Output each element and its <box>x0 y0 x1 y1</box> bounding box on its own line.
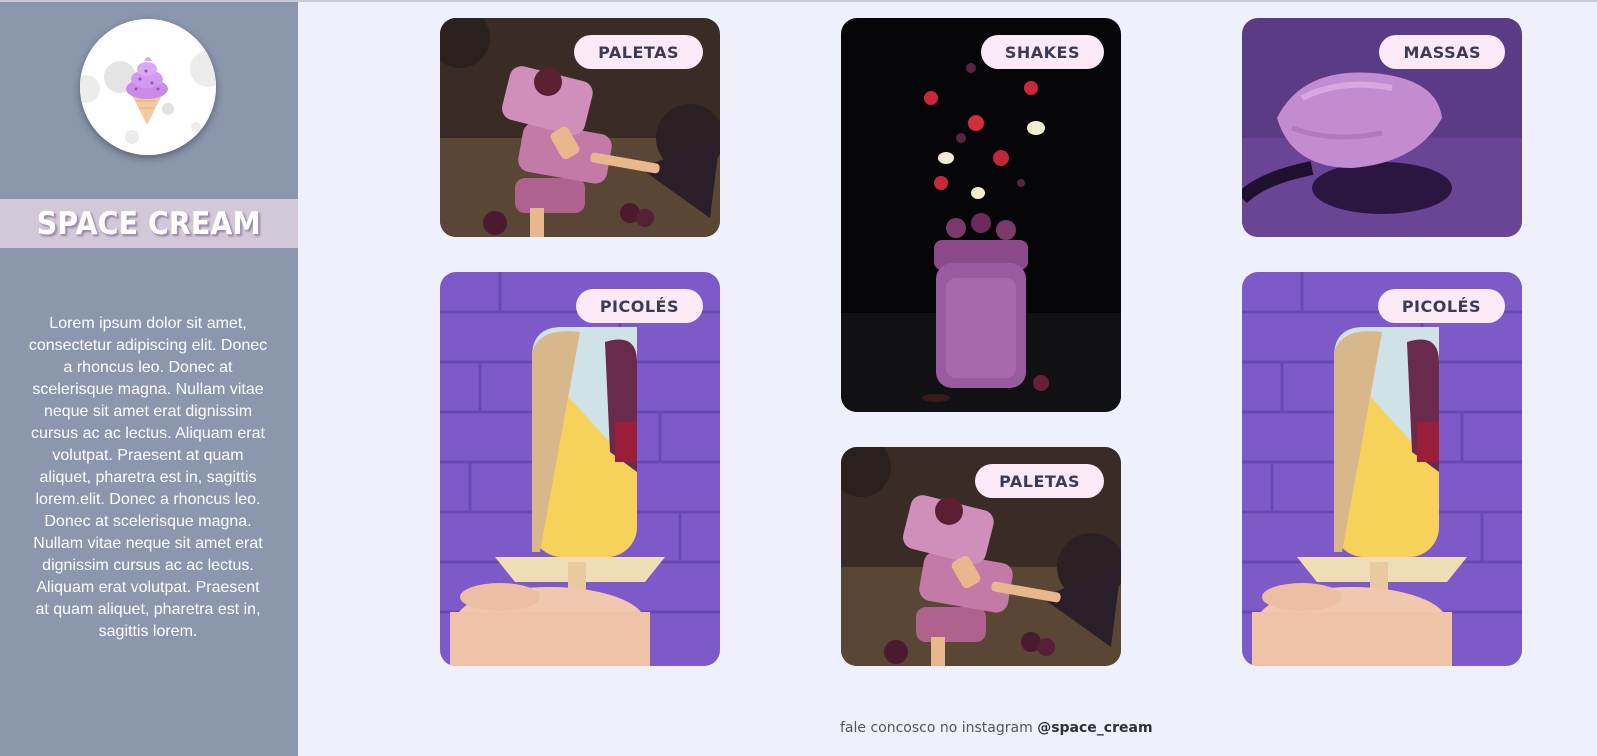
ice-cream-icon <box>80 19 216 155</box>
gallery-card-paletas-2[interactable]: PALETAS <box>841 447 1121 666</box>
hand-popsicle-image <box>1242 272 1522 666</box>
gallery-card-shakes[interactable]: SHAKES <box>841 18 1121 412</box>
logo[interactable] <box>80 19 216 155</box>
category-tag: PICOLÉS <box>575 289 703 323</box>
category-tag: PICOLÉS <box>1377 289 1505 323</box>
category-tag: PALETAS <box>574 35 703 69</box>
instagram-link[interactable]: @space_cream <box>1037 720 1152 736</box>
gallery-card-massas[interactable]: MASSAS <box>1242 18 1522 237</box>
sidebar: SPACE CREAM Lorem ipsum dolor sit amet, … <box>0 2 298 756</box>
berry-shake-image <box>841 18 1121 412</box>
brand-title: SPACE CREAM <box>36 205 262 242</box>
sidebar-description: Lorem ipsum dolor sit amet, consectetur … <box>28 315 268 640</box>
gallery-card-paletas[interactable]: PALETAS <box>440 18 720 237</box>
category-tag: PALETAS <box>975 464 1104 498</box>
gallery-card-picoles-2[interactable]: PICOLÉS <box>1242 272 1522 666</box>
category-tag: SHAKES <box>980 35 1104 69</box>
category-tag: MASSAS <box>1379 35 1505 69</box>
hand-popsicle-image <box>440 272 720 666</box>
gallery-card-picoles[interactable]: PICOLÉS <box>440 272 720 666</box>
footer-text: fale concosco no instagram <box>840 720 1038 736</box>
footer: fale concosco no instagram @space_cream <box>840 720 1153 736</box>
brand-banner: SPACE CREAM <box>0 199 298 248</box>
